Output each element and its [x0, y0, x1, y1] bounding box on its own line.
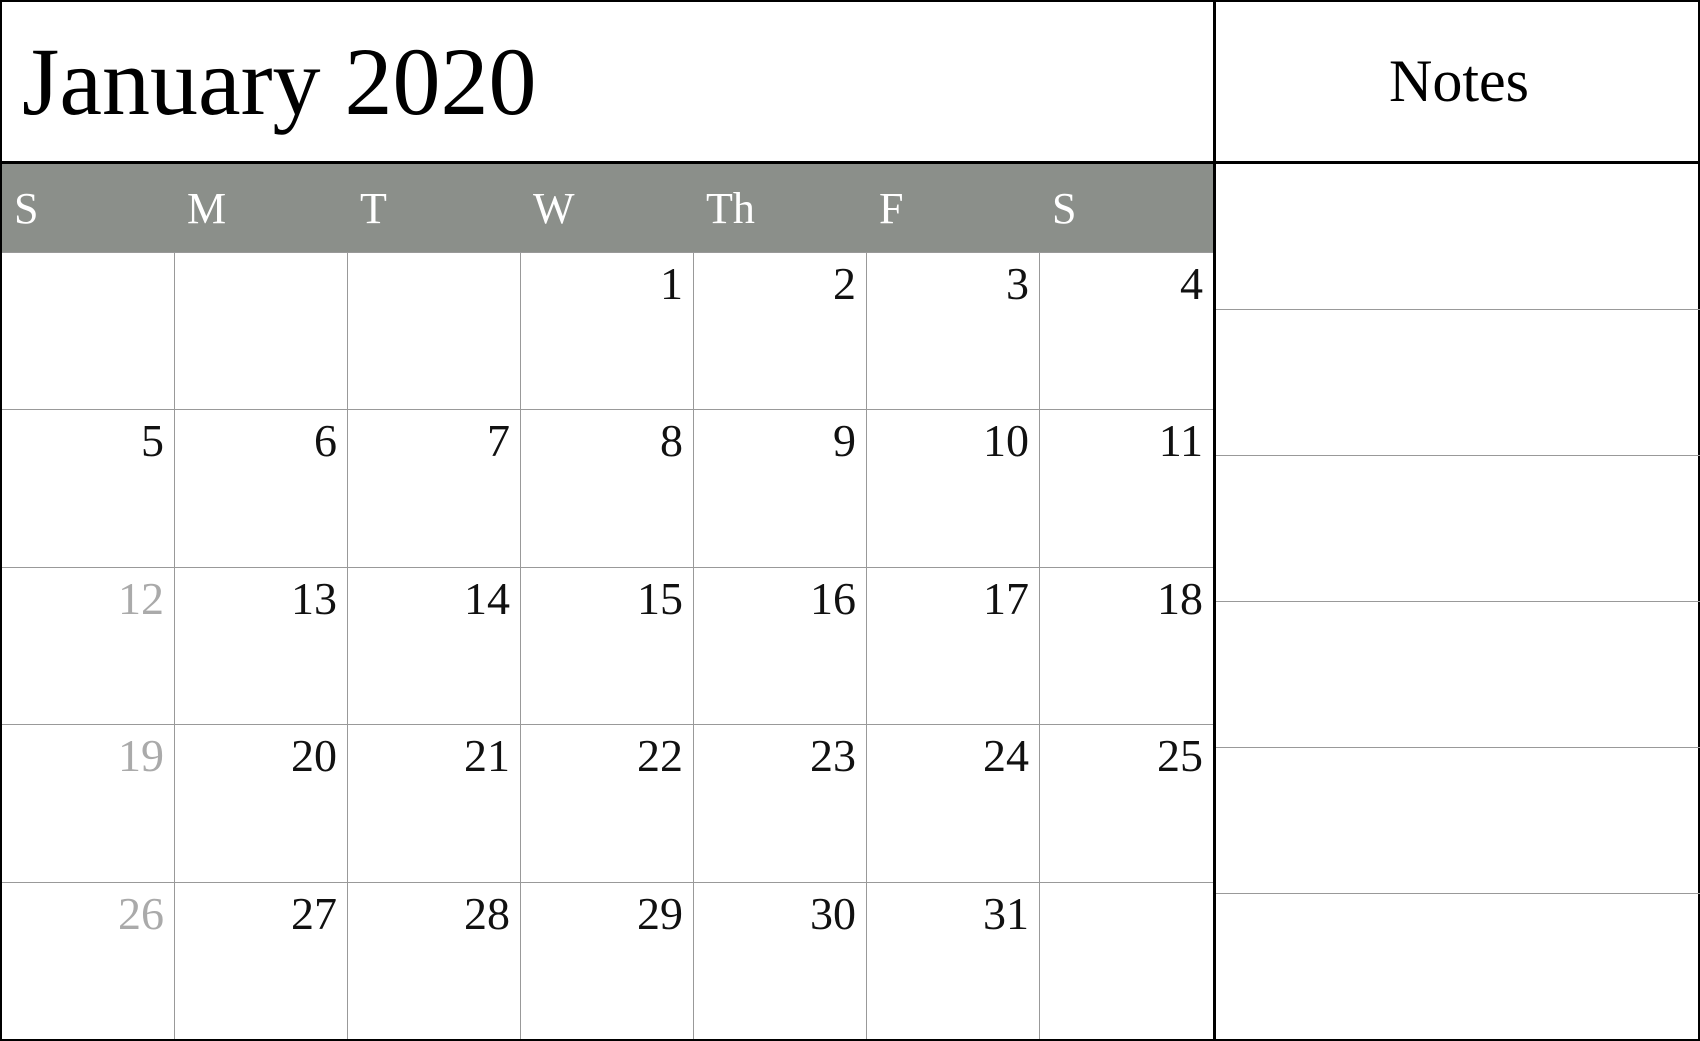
day-header-t: T: [348, 164, 521, 252]
calendar-cell: 29: [521, 883, 694, 1039]
notes-title: Notes: [1216, 2, 1700, 164]
calendar-cell: 12: [2, 568, 175, 724]
day-header-s: S: [1040, 164, 1213, 252]
notes-row-0[interactable]: [1216, 164, 1700, 309]
cell-number: 30: [810, 891, 856, 937]
calendar-cell: 11: [1040, 410, 1213, 566]
calendar-cell: 31: [867, 883, 1040, 1039]
calendar-wrapper: January 2020 SMTWThFS 000123456789101112…: [0, 0, 1700, 1041]
calendar-cell: 17: [867, 568, 1040, 724]
day-header-s: S: [2, 164, 175, 252]
calendar-cell: 0: [1040, 883, 1213, 1039]
cell-number: 12: [118, 576, 164, 622]
days-header-row: SMTWThFS: [2, 164, 1213, 252]
calendar-cell: 10: [867, 410, 1040, 566]
day-header-w: W: [521, 164, 694, 252]
calendar-cell: 14: [348, 568, 521, 724]
cell-number: 24: [983, 733, 1029, 779]
cell-number: 25: [1157, 733, 1203, 779]
calendar-cell: 18: [1040, 568, 1213, 724]
calendar-title: January 2020: [2, 2, 1213, 164]
calendar-cell: 19: [2, 725, 175, 881]
calendar-cell: 2: [694, 253, 867, 409]
calendar-cell: 16: [694, 568, 867, 724]
cell-number: 4: [1180, 261, 1203, 307]
cell-number: 22: [637, 733, 683, 779]
cell-number: 27: [291, 891, 337, 937]
calendar-cell: 3: [867, 253, 1040, 409]
calendar-main: January 2020 SMTWThFS 000123456789101112…: [2, 2, 1216, 1039]
calendar-cell: 15: [521, 568, 694, 724]
calendar-cell: 27: [175, 883, 348, 1039]
calendar-cell: 24: [867, 725, 1040, 881]
cell-number: 16: [810, 576, 856, 622]
calendar-cell: 0: [348, 253, 521, 409]
cell-number: 17: [983, 576, 1029, 622]
calendar-row-0: 0001234: [2, 252, 1213, 409]
cell-number: 29: [637, 891, 683, 937]
calendar-cell: 8: [521, 410, 694, 566]
calendar-cell: 7: [348, 410, 521, 566]
day-header-f: F: [867, 164, 1040, 252]
calendar-cell: 0: [2, 253, 175, 409]
cell-number: 5: [141, 418, 164, 464]
calendar-row-2: 12 13 14 15 16 17 18: [2, 567, 1213, 724]
month-year-label: January 2020: [22, 29, 537, 135]
cell-number: 10: [983, 418, 1029, 464]
calendar-row-3: 19 20 21 22 23 24 25: [2, 724, 1213, 881]
notes-rows: [1216, 164, 1700, 1039]
calendar-cell: 28: [348, 883, 521, 1039]
cell-number: 6: [314, 418, 337, 464]
calendar-cell: 26: [2, 883, 175, 1039]
calendar-cell: 30: [694, 883, 867, 1039]
notes-row-1[interactable]: [1216, 309, 1700, 455]
calendar-cell: 5: [2, 410, 175, 566]
notes-panel: Notes: [1216, 2, 1700, 1039]
calendar-cell: 9: [694, 410, 867, 566]
cell-number: 2: [833, 261, 856, 307]
calendar-cell: 23: [694, 725, 867, 881]
cell-number: 26: [118, 891, 164, 937]
notes-label: Notes: [1389, 47, 1529, 116]
day-header-th: Th: [694, 164, 867, 252]
cell-number: 15: [637, 576, 683, 622]
cell-number: 3: [1006, 261, 1029, 307]
notes-row-3[interactable]: [1216, 601, 1700, 747]
calendar-cell: 13: [175, 568, 348, 724]
cell-number: 21: [464, 733, 510, 779]
cell-number: 18: [1157, 576, 1203, 622]
cell-number: 19: [118, 733, 164, 779]
cell-number: 1: [660, 261, 683, 307]
calendar-cell: 22: [521, 725, 694, 881]
cell-number: 23: [810, 733, 856, 779]
cell-number: 9: [833, 418, 856, 464]
calendar-row-1: 5 6 7 8 9 10 11: [2, 409, 1213, 566]
calendar-cell: 4: [1040, 253, 1213, 409]
calendar-grid: 0001234567891011121314151617181920212223…: [2, 252, 1213, 1039]
cell-number: 7: [487, 418, 510, 464]
calendar-cell: 25: [1040, 725, 1213, 881]
cell-number: 28: [464, 891, 510, 937]
cell-number: 20: [291, 733, 337, 779]
notes-row-2[interactable]: [1216, 455, 1700, 601]
calendar-row-4: 26 27 28 29 30 310: [2, 882, 1213, 1039]
calendar-cell: 20: [175, 725, 348, 881]
cell-number: 13: [291, 576, 337, 622]
cell-number: 14: [464, 576, 510, 622]
calendar-cell: 21: [348, 725, 521, 881]
calendar-cell: 1: [521, 253, 694, 409]
notes-row-4[interactable]: [1216, 747, 1700, 893]
calendar-cell: 6: [175, 410, 348, 566]
cell-number: 31: [983, 891, 1029, 937]
calendar-cell: 0: [175, 253, 348, 409]
day-header-m: M: [175, 164, 348, 252]
notes-row-5[interactable]: [1216, 893, 1700, 1039]
cell-number: 8: [660, 418, 683, 464]
cell-number: 11: [1159, 418, 1203, 464]
